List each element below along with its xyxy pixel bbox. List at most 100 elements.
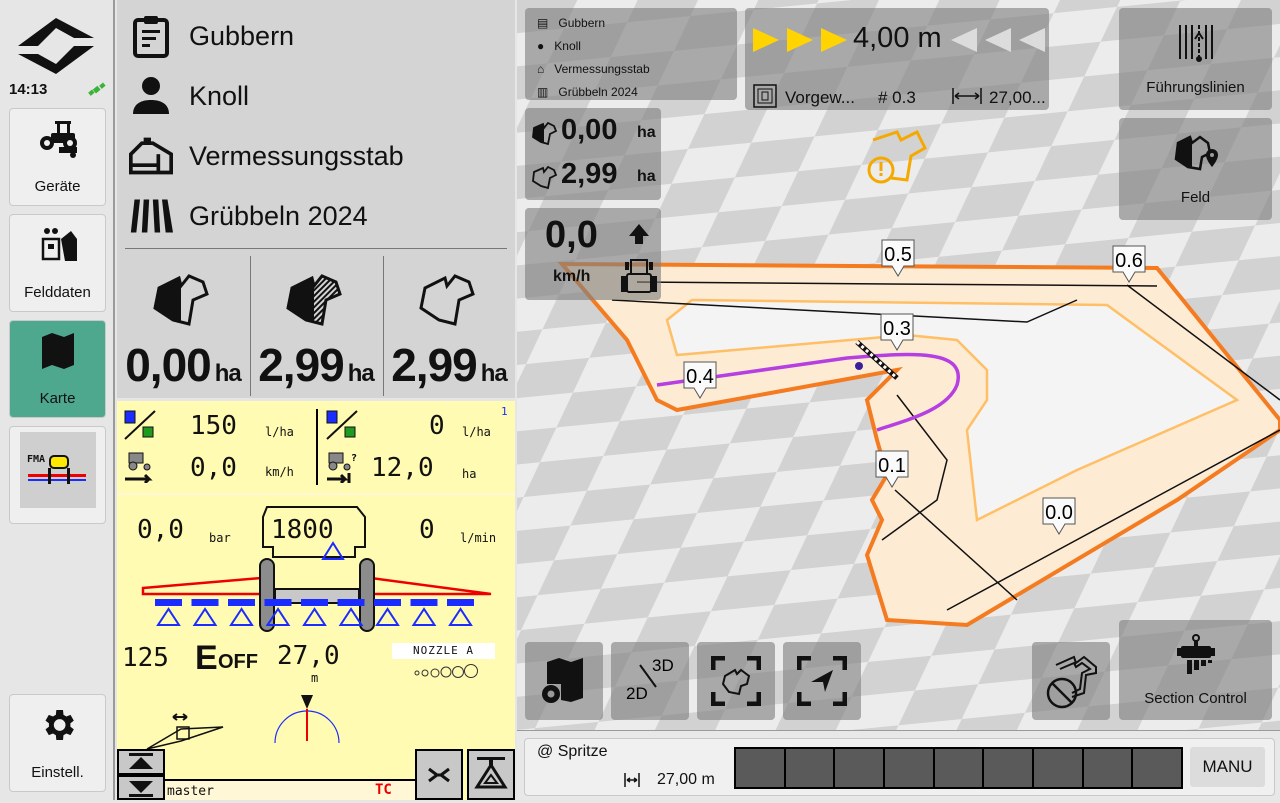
no-boundary-icon — [1046, 655, 1097, 709]
overlay-field: ▥ Grübbeln 2024 — [537, 85, 638, 99]
job-info-overlay[interactable]: ▤ Gubbern ● Knoll ⌂ Vermessungsstab ▥ Gr… — [525, 8, 737, 100]
scroll-top-button[interactable] — [117, 749, 165, 775]
remaining-area-unit: ha — [347, 360, 375, 387]
farmer-row[interactable]: Knoll — [129, 74, 249, 118]
line-marker-label: 0.6 — [1115, 250, 1143, 272]
nozzle-icon — [156, 607, 181, 626]
implement-name: @ Spritze — [537, 743, 608, 760]
customer-name: Gubbern — [189, 20, 295, 51]
guidance-lines-button[interactable]: Führungslinien — [1119, 8, 1272, 110]
rate-actual-icon — [326, 410, 358, 440]
lightbar-arrow-left — [985, 28, 1011, 52]
boom-tilt-icon — [146, 713, 224, 750]
width-icon — [952, 88, 982, 104]
nozzle-sections — [155, 599, 474, 626]
nozzle-icon — [338, 607, 364, 626]
clipboard-icon — [133, 16, 169, 58]
section-state — [785, 749, 836, 787]
width-icon — [624, 773, 640, 787]
scroll-bottom-button[interactable] — [117, 775, 165, 800]
nav-sprayer-app-button[interactable]: FMA — [9, 426, 106, 524]
line-marker-label: 0.0 — [1045, 502, 1073, 524]
clock: 14:13 — [9, 81, 48, 98]
tractor-topview-icon — [621, 259, 657, 293]
headland-pattern-icon — [753, 84, 777, 108]
divider — [117, 493, 515, 495]
nav-settings-label: Einstell. — [31, 764, 84, 781]
mode-button[interactable]: MANU — [1190, 747, 1265, 787]
overlay-farmer: ● Knoll — [537, 39, 581, 53]
guidance-pattern: Vorgew... — [785, 88, 855, 107]
worked-area: 0,00 ha — [119, 256, 247, 396]
implement-box: @ Spritze 27,00 m MANU — [524, 738, 1275, 796]
nav-settings-button[interactable]: Einstell. — [9, 694, 106, 792]
speed-value: 0,0 — [545, 214, 598, 256]
area-left-unit: ha — [462, 467, 477, 481]
speed-value: 0,0 — [190, 453, 237, 483]
status-line: master TC — [165, 779, 415, 800]
nozzle-type[interactable]: NOZZLE A — [392, 643, 495, 659]
map-settings-icon — [542, 658, 583, 703]
field-button[interactable]: Feld — [1119, 118, 1272, 220]
tractor-area-icon: ? — [327, 452, 357, 483]
nozzle-icon — [302, 607, 327, 626]
nozzle-icon — [448, 607, 473, 626]
map-icon — [41, 333, 74, 369]
map-view[interactable]: 0.5 0.6 0.3 0.4 0.1 0.0 ▤ Gubbern ● Knoll ⌂ V… — [517, 0, 1280, 730]
section-state — [1034, 749, 1084, 787]
nav-field-data-label: Felddaten — [24, 284, 91, 301]
section-cut-button[interactable] — [415, 749, 463, 800]
speed-unit: km/h — [553, 268, 591, 285]
lightbar-left-arrows — [753, 28, 847, 52]
farm-name: Vermessungsstab — [189, 140, 404, 171]
line-marker-label: 0.3 — [883, 318, 911, 340]
guidance-lines-icon — [1178, 24, 1213, 62]
field-rows-icon — [130, 199, 173, 233]
direction-forward-icon — [629, 224, 649, 244]
arrow-up-bar-icon — [129, 753, 153, 769]
nav-field-data-button[interactable]: Felddaten — [9, 214, 106, 312]
lightbar-arrow-right — [753, 28, 779, 52]
field-area-unit: ha — [480, 360, 508, 387]
overlay-worked-unit: ha — [637, 124, 656, 141]
nav-devices-button[interactable]: Geräte — [9, 108, 106, 206]
disable-boundary-button[interactable] — [1032, 642, 1110, 720]
remaining-area-icon — [286, 274, 342, 326]
svg-text:3D: 3D — [652, 656, 674, 675]
section-state — [1133, 749, 1182, 787]
zoom-to-vehicle-button[interactable] — [783, 642, 861, 720]
field-area-icon — [419, 274, 475, 326]
gear-icon — [45, 710, 74, 740]
guidance-lines-label: Führungslinien — [1146, 78, 1245, 96]
working-width-value: 27,0 — [277, 641, 340, 671]
inclination-gauge — [274, 695, 340, 744]
working-width-unit: m — [311, 671, 319, 685]
nozzle-icon — [192, 607, 218, 626]
section-bar — [337, 599, 365, 606]
speed-unit: km/h — [265, 465, 294, 479]
farm-row[interactable]: Vermessungsstab — [129, 134, 404, 178]
map-settings-button[interactable] — [525, 642, 603, 720]
master-label: master — [167, 784, 214, 799]
customer-row[interactable]: Gubbern — [129, 14, 294, 58]
field-row[interactable]: Grübbeln 2024 — [129, 194, 368, 238]
view-2d-3d-button[interactable]: 3D 2D — [611, 642, 689, 720]
nav-map-button[interactable]: Karte — [9, 320, 106, 418]
section-control-button[interactable]: Section Control — [1119, 620, 1272, 720]
zoom-field-icon — [711, 656, 761, 706]
e-state: OFF — [218, 651, 258, 673]
zoom-to-field-button[interactable] — [697, 642, 775, 720]
worked-area-unit: ha — [214, 360, 242, 387]
guidance-line-number: # 0.3 — [878, 88, 916, 107]
e-label: E — [195, 639, 218, 677]
tractor-gear-icon — [39, 121, 77, 158]
nav-devices-label: Geräte — [34, 178, 81, 195]
field-area: 2,99 ha — [385, 256, 513, 396]
nozzle-icon — [375, 607, 400, 626]
section-bar — [410, 599, 438, 606]
line-marker-label: 0.4 — [686, 366, 714, 388]
divider — [316, 409, 318, 485]
remaining-area-value: 2,99 — [258, 339, 345, 391]
brand-logo — [18, 18, 94, 74]
nozzle-button[interactable] — [467, 749, 515, 800]
